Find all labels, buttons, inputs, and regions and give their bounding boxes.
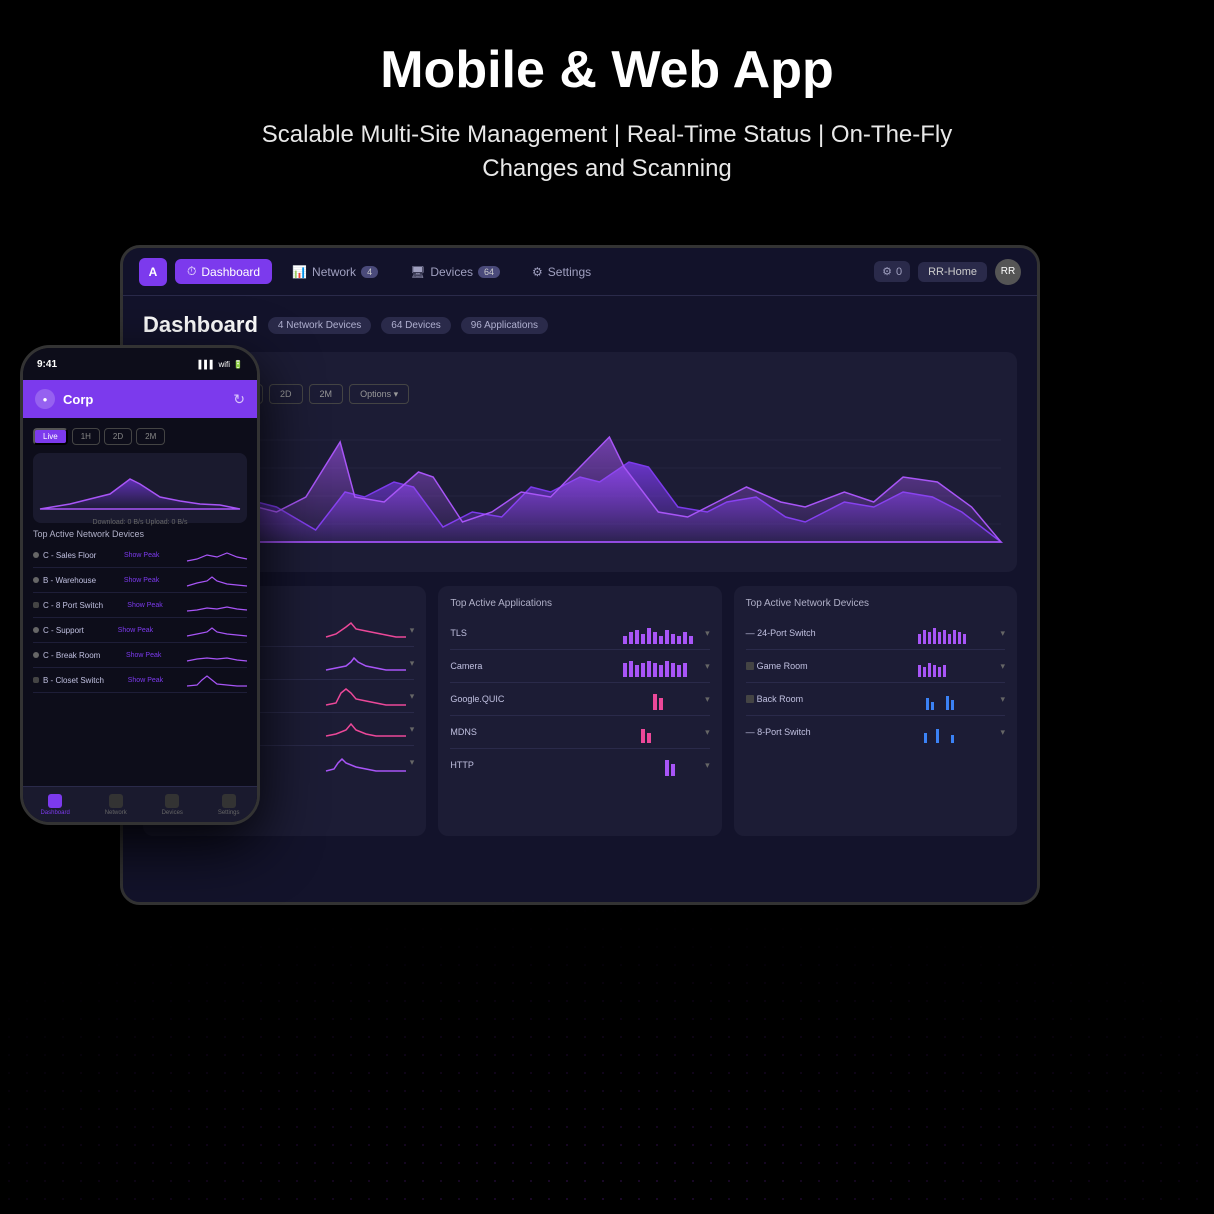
- app-row-camera: Camera: [450, 650, 709, 683]
- dashboard-title: Dashboard: [143, 312, 258, 338]
- device-row-8port: — 8-Port Switch ▾: [746, 716, 1005, 748]
- network-devices-panel: Top Active Network Devices — 24-Port Swi…: [734, 586, 1017, 836]
- mobile-device-row: C - 8 Port Switch Show Peak: [33, 593, 247, 618]
- device-dot: [33, 577, 39, 583]
- device-row-gameroom: Game Room ▾: [746, 650, 1005, 683]
- applications-panel: Top Active Applications TLS: [438, 586, 721, 836]
- applications-panel-title: Top Active Applications: [450, 598, 709, 609]
- nav-tab-network[interactable]: 📊 Network 4: [280, 260, 390, 284]
- mobile-bottom-nav: Dashboard Network Devices Settings: [23, 786, 257, 822]
- dashboard-icon: ⏱: [187, 264, 196, 279]
- mobile-device-row: C - Support Show Peak: [33, 618, 247, 643]
- device-dot: [33, 602, 39, 608]
- nav-tab-dashboard-label: Dashboard: [201, 265, 260, 279]
- mobile-dl-info: Download: 0 B/s Upload: 0 B/s: [39, 519, 241, 526]
- nav-tab-settings-label: Settings: [548, 265, 591, 279]
- page-subtitle: Scalable Multi-Site Management | Real-Ti…: [257, 118, 957, 185]
- mobile-nav-network[interactable]: Network: [105, 794, 127, 816]
- app-row-tls: TLS: [450, 617, 709, 650]
- mobile-section-title: Top Active Network Devices: [33, 529, 247, 539]
- mobile-status-bar: 9:41 ▌▌▌ wifi 🔋: [23, 348, 257, 380]
- nav-tab-settings[interactable]: ⚙ Settings: [520, 260, 603, 284]
- app-row-mdns: MDNS ▾: [450, 716, 709, 749]
- mobile-2d-btn[interactable]: 2D: [104, 428, 132, 445]
- mobile-device-row: B - Warehouse Show Peak: [33, 568, 247, 593]
- chart-title: Network Activity: [159, 364, 1001, 376]
- 2m-button[interactable]: 2M: [309, 384, 344, 404]
- tablet-content: Dashboard 4 Network Devices 64 Devices 9…: [123, 296, 1037, 902]
- chart-buttons: Real Time 1H 2D 2M Options ▾: [159, 384, 1001, 404]
- battery-icon: 🔋: [233, 360, 243, 369]
- nav-tab-network-label: Network: [312, 265, 356, 279]
- page-title: Mobile & Web App: [0, 40, 1214, 100]
- network-devices-badge: 4 Network Devices: [268, 317, 371, 334]
- wifi-icon: wifi: [218, 360, 230, 369]
- devices-count-badge: 64 Devices: [381, 317, 450, 334]
- gear-icon: ⚙: [882, 265, 892, 278]
- mobile-device-row: C - Break Room Show Peak: [33, 643, 247, 668]
- devices-nav-icon: [165, 794, 179, 808]
- device-dot: [33, 627, 39, 633]
- device-dot: [33, 552, 39, 558]
- mobile-topbar: ● Corp ↻: [23, 380, 257, 418]
- home-button[interactable]: RR-Home: [918, 262, 987, 282]
- network-activity-chart: Network Activity Real Time 1H 2D 2M Opti…: [143, 352, 1017, 572]
- network-chart-area: [159, 412, 1001, 552]
- app-row-http: HTTP ▾: [450, 749, 709, 781]
- nav-tab-dashboard[interactable]: ⏱ Dashboard: [175, 259, 272, 284]
- mobile-nav-devices[interactable]: Devices: [162, 794, 183, 816]
- mobile-device-row: C - Sales Floor Show Peak: [33, 543, 247, 568]
- gear-button[interactable]: ⚙ 0: [874, 261, 910, 282]
- nav-right-area: ⚙ 0 RR-Home RR: [874, 259, 1021, 285]
- dashboard-nav-icon: [48, 794, 62, 808]
- mobile-corp-icon: ●: [35, 389, 55, 409]
- tablet-navbar: A ⏱ Dashboard 📊 Network 4 🖥 Devices 64 ⚙…: [123, 248, 1037, 296]
- 2d-button[interactable]: 2D: [269, 384, 303, 404]
- mobile-chart-area: Download: 0 B/s Upload: 0 B/s: [33, 453, 247, 523]
- network-badge: 4: [361, 266, 378, 278]
- network-icon: 📊: [292, 265, 307, 279]
- device-row-backroom: Back Room ▾: [746, 683, 1005, 716]
- devices-badge: 64: [478, 266, 500, 278]
- gear-count: 0: [896, 266, 902, 278]
- mobile-1h-btn[interactable]: 1H: [72, 428, 100, 445]
- mobile-nav-network-label: Network: [105, 810, 127, 816]
- mobile-live-btn[interactable]: Live: [33, 428, 68, 445]
- nav-logo: A: [139, 258, 167, 286]
- device-dot: [33, 677, 39, 683]
- device-icon: [746, 662, 754, 670]
- signal-icon: ▌▌▌: [198, 360, 215, 369]
- network-devices-panel-title: Top Active Network Devices: [746, 598, 1005, 609]
- dashboard-header: Dashboard 4 Network Devices 64 Devices 9…: [143, 312, 1017, 338]
- nav-tab-devices-label: Devices: [430, 265, 473, 279]
- mobile-time-buttons: Live 1H 2D 2M: [33, 428, 247, 445]
- mobile-device: 9:41 ▌▌▌ wifi 🔋 ● Corp ↻ Live 1H 2D 2M: [20, 345, 260, 825]
- nav-tab-devices[interactable]: 🖥 Devices 64: [398, 260, 512, 284]
- app-row-google-quic: Google.QUIC ▾: [450, 683, 709, 716]
- mobile-2m-btn[interactable]: 2M: [136, 428, 165, 445]
- devices-icon: 🖥: [410, 265, 425, 279]
- settings-nav-icon: [222, 794, 236, 808]
- options-button[interactable]: Options ▾: [349, 384, 409, 404]
- mobile-nav-settings[interactable]: Settings: [218, 794, 240, 816]
- mobile-device-row: B - Closet Switch Show Peak: [33, 668, 247, 693]
- mobile-nav-dashboard[interactable]: Dashboard: [40, 794, 69, 816]
- mobile-status-icons: ▌▌▌ wifi 🔋: [198, 360, 243, 369]
- mobile-refresh-icon[interactable]: ↻: [233, 391, 245, 408]
- applications-badge: 96 Applications: [461, 317, 548, 334]
- mobile-corp-name: Corp: [63, 392, 225, 407]
- mobile-time: 9:41: [37, 359, 57, 370]
- device-dot: [33, 652, 39, 658]
- mobile-nav-settings-label: Settings: [218, 810, 240, 816]
- mobile-nav-dashboard-label: Dashboard: [40, 810, 69, 816]
- device-icon: [746, 695, 754, 703]
- network-nav-icon: [109, 794, 123, 808]
- settings-icon: ⚙: [532, 265, 543, 279]
- bottom-panels: Network Devices — mera ▾ —: [143, 586, 1017, 836]
- mobile-nav-devices-label: Devices: [162, 810, 183, 816]
- mobile-content: Live 1H 2D 2M Download: 0 B/s Upload:: [23, 418, 257, 786]
- user-avatar: RR: [995, 259, 1021, 285]
- device-row-24port: — 24-Port Switch: [746, 617, 1005, 650]
